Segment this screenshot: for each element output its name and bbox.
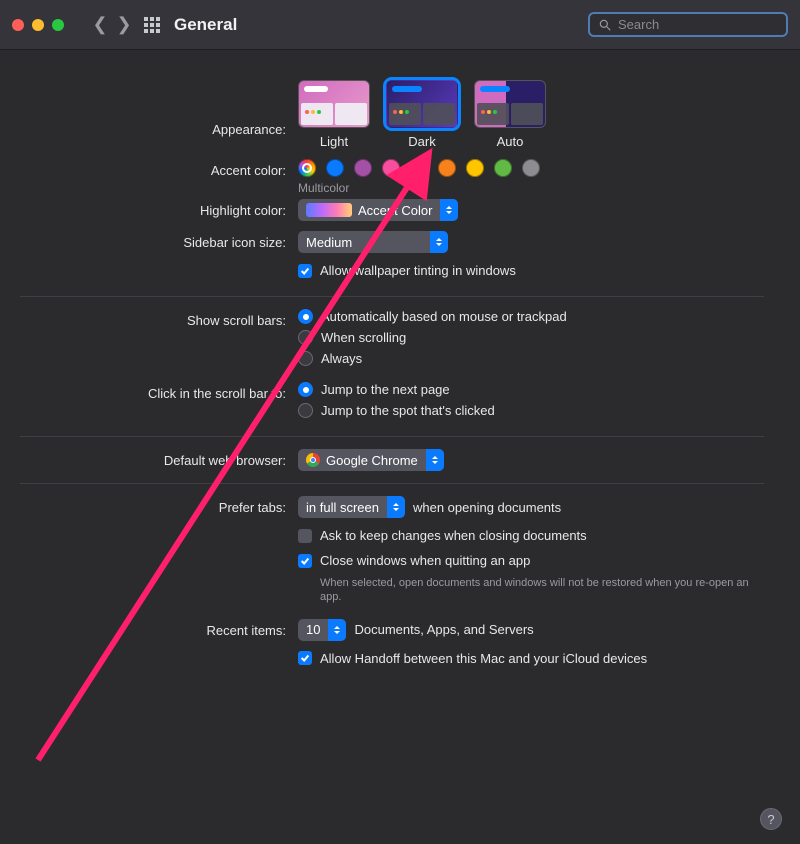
chrome-icon (306, 453, 320, 467)
appearance-light-label: Light (298, 134, 370, 149)
appearance-option-light[interactable]: Light (298, 80, 370, 149)
accent-blue[interactable] (326, 159, 344, 177)
help-button[interactable]: ? (760, 808, 782, 830)
recent-value: 10 (306, 622, 320, 637)
highlight-swatch-icon (306, 203, 352, 217)
accent-multicolor[interactable] (298, 159, 316, 177)
jump-spot-radio[interactable]: Jump to the spot that's clicked (298, 403, 495, 418)
accent-yellow[interactable] (466, 159, 484, 177)
appearance-dark-label: Dark (386, 134, 458, 149)
jump-next-label: Jump to the next page (321, 382, 450, 397)
sidebar-size-label: Sidebar icon size: (20, 231, 298, 250)
handoff-checkbox[interactable]: Allow Handoff between this Mac and your … (298, 651, 764, 666)
tabs-label: Prefer tabs: (20, 496, 298, 515)
back-button[interactable]: ❮ (88, 14, 112, 35)
chevron-updown-icon (440, 199, 458, 221)
close-windows-note: When selected, open documents and window… (320, 576, 764, 605)
scroll-whenscrolling-label: When scrolling (321, 330, 406, 345)
chevron-updown-icon (328, 619, 346, 641)
checkmark-icon (298, 554, 312, 568)
chevron-updown-icon (426, 449, 444, 471)
divider (20, 436, 764, 437)
window-controls (12, 19, 64, 31)
scroll-click-label: Click in the scroll bar to: (20, 382, 298, 401)
browser-select[interactable]: Google Chrome (298, 449, 444, 471)
sidebar-size-select[interactable]: Medium (298, 231, 448, 253)
accent-green[interactable] (494, 159, 512, 177)
zoom-window-button[interactable] (52, 19, 64, 31)
browser-value: Google Chrome (326, 453, 418, 468)
ask-changes-label: Ask to keep changes when closing documen… (320, 528, 587, 543)
accent-label: Accent color: (20, 159, 298, 178)
checkmark-icon (298, 651, 312, 665)
accent-purple[interactable] (354, 159, 372, 177)
checkbox-icon (298, 529, 312, 543)
scroll-auto-label: Automatically based on mouse or trackpad (321, 309, 567, 324)
scroll-auto-radio[interactable]: Automatically based on mouse or trackpad (298, 309, 567, 324)
chevron-updown-icon (387, 496, 405, 518)
chevron-updown-icon (430, 231, 448, 253)
window-title: General (174, 15, 237, 35)
highlight-label: Highlight color: (20, 199, 298, 218)
tabs-suffix: when opening documents (413, 500, 561, 515)
minimize-window-button[interactable] (32, 19, 44, 31)
highlight-select[interactable]: Accent Color (298, 199, 458, 221)
scroll-always-label: Always (321, 351, 362, 366)
wallpaper-tint-checkbox[interactable]: Allow wallpaper tinting in windows (298, 263, 764, 278)
accent-orange[interactable] (438, 159, 456, 177)
accent-red[interactable] (410, 159, 428, 177)
recent-select[interactable]: 10 (298, 619, 346, 641)
appearance-auto-label: Auto (474, 134, 546, 149)
ask-changes-checkbox[interactable]: Ask to keep changes when closing documen… (298, 528, 764, 543)
recent-label: Recent items: (20, 619, 298, 638)
show-all-prefs-icon[interactable] (144, 17, 160, 33)
divider (20, 296, 764, 297)
forward-button[interactable]: ❯ (112, 14, 136, 35)
jump-next-radio[interactable]: Jump to the next page (298, 382, 450, 397)
handoff-label: Allow Handoff between this Mac and your … (320, 651, 647, 666)
tabs-value: in full screen (306, 500, 379, 515)
appearance-label: Appearance: (20, 92, 298, 137)
accent-selected-label: Multicolor (298, 181, 764, 195)
search-icon (598, 18, 612, 32)
wallpaper-tint-label: Allow wallpaper tinting in windows (320, 263, 516, 278)
checkmark-icon (298, 264, 312, 278)
sidebar-size-value: Medium (306, 235, 352, 250)
accent-pink[interactable] (382, 159, 400, 177)
accent-graphite[interactable] (522, 159, 540, 177)
close-windows-label: Close windows when quitting an app (320, 553, 530, 568)
search-field[interactable] (588, 12, 788, 37)
prefs-content: Appearance: Light Dark Auto Accent color… (0, 50, 800, 702)
close-window-button[interactable] (12, 19, 24, 31)
search-input[interactable] (618, 17, 778, 32)
appearance-option-dark[interactable]: Dark (386, 80, 458, 149)
scroll-whenscrolling-radio[interactable]: When scrolling (298, 330, 406, 345)
tabs-select[interactable]: in full screen (298, 496, 405, 518)
titlebar: ❮ ❯ General (0, 0, 800, 50)
close-windows-checkbox[interactable]: Close windows when quitting an app (298, 553, 530, 568)
divider (20, 483, 764, 484)
recent-suffix: Documents, Apps, and Servers (354, 622, 533, 637)
browser-label: Default web browser: (20, 449, 298, 468)
appearance-option-auto[interactable]: Auto (474, 80, 546, 149)
scroll-bars-label: Show scroll bars: (20, 309, 298, 328)
highlight-value: Accent Color (358, 203, 432, 218)
jump-spot-label: Jump to the spot that's clicked (321, 403, 495, 418)
scroll-always-radio[interactable]: Always (298, 351, 362, 366)
